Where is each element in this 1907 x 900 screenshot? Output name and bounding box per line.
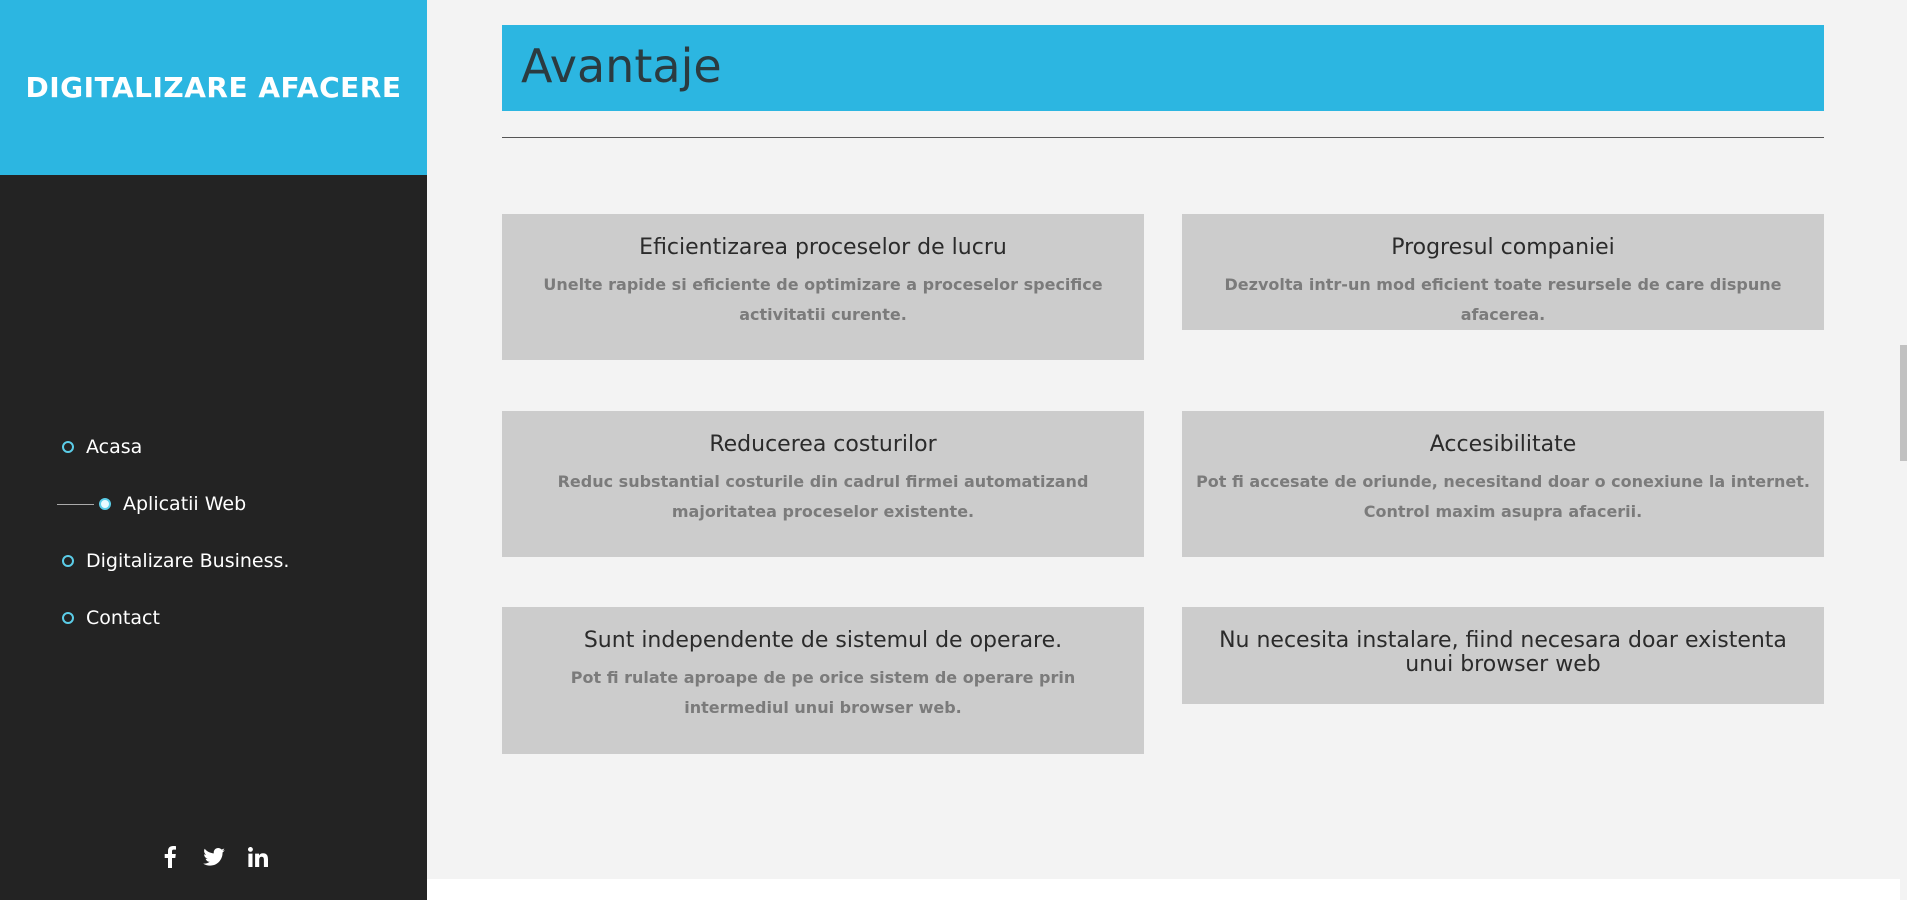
brand-header[interactable]: DIGITALIZARE AFACERE [0, 0, 427, 175]
active-indicator-line [57, 503, 94, 505]
nav-item-label[interactable]: Aplicatii Web [123, 493, 246, 515]
brand-title[interactable]: DIGITALIZARE AFACERE [26, 71, 402, 104]
feature-card-text: Unelte rapide si eficiente de optimizare… [543, 275, 1103, 324]
feature-card-title: Progresul companiei [1391, 235, 1615, 260]
nav-bullet-icon [62, 440, 74, 453]
nav-bullet-icon [62, 554, 74, 567]
main-content: Avantaje Eficientizarea proceselor de lu… [427, 0, 1907, 900]
feature-card: Accesibilitate Pot fi accesate de oriund… [1182, 411, 1824, 557]
sidebar-nav: Acasa Aplicatii Web Digitalizare Busines… [0, 418, 427, 646]
nav-item-acasa[interactable]: Acasa [0, 418, 427, 475]
nav-bullet-icon [99, 497, 111, 510]
feature-card: Eficientizarea proceselor de lucru Unelt… [502, 214, 1144, 360]
feature-card-title: Accesibilitate [1429, 432, 1577, 457]
facebook-icon[interactable] [158, 845, 182, 869]
feature-card-text: Dezvolta intr-un mod eficient toate resu… [1224, 275, 1782, 324]
feature-card-text: Pot fi accesate de oriunde, necesitand d… [1196, 472, 1810, 521]
section-title: Avantaje [521, 39, 722, 93]
feature-card: Reducerea costurilor Reduc substantial c… [502, 411, 1144, 557]
section-header: Avantaje [502, 25, 1824, 111]
feature-card-text: Pot fi rulate aproape de pe orice sistem… [570, 668, 1076, 717]
scrollbar-thumb[interactable] [1900, 345, 1907, 461]
sidebar: DIGITALIZARE AFACERE Acasa Aplicatii Web… [0, 0, 427, 900]
nav-bullet-icon [62, 611, 74, 624]
nav-item-digitalizare-business[interactable]: Digitalizare Business. [0, 532, 427, 589]
feature-card-title: Reducerea costurilor [709, 432, 937, 457]
nav-item-label[interactable]: Acasa [86, 436, 142, 458]
divider [502, 137, 1824, 138]
feature-card-title: Eficientizarea proceselor de lucru [639, 235, 1007, 260]
social-links [0, 845, 427, 869]
feature-card-title: Sunt independente de sistemul de operare… [583, 628, 1063, 653]
feature-card-title: Nu necesita instalare, fiind necesara do… [1219, 628, 1787, 677]
feature-card: Nu necesita instalare, fiind necesara do… [1182, 607, 1824, 704]
nav-item-label[interactable]: Digitalizare Business. [86, 550, 289, 572]
footer-strip [427, 879, 1907, 900]
nav-item-aplicatii-web[interactable]: Aplicatii Web [0, 475, 427, 532]
feature-card: Progresul companiei Dezvolta intr-un mod… [1182, 214, 1824, 330]
nav-item-label[interactable]: Contact [86, 607, 160, 629]
feature-card: Sunt independente de sistemul de operare… [502, 607, 1144, 754]
feature-card-text: Reduc substantial costurile din cadrul f… [557, 472, 1089, 521]
page-scrollbar[interactable] [1900, 0, 1907, 900]
nav-item-contact[interactable]: Contact [0, 589, 427, 646]
twitter-icon[interactable] [202, 845, 226, 869]
linkedin-icon[interactable] [246, 845, 270, 869]
